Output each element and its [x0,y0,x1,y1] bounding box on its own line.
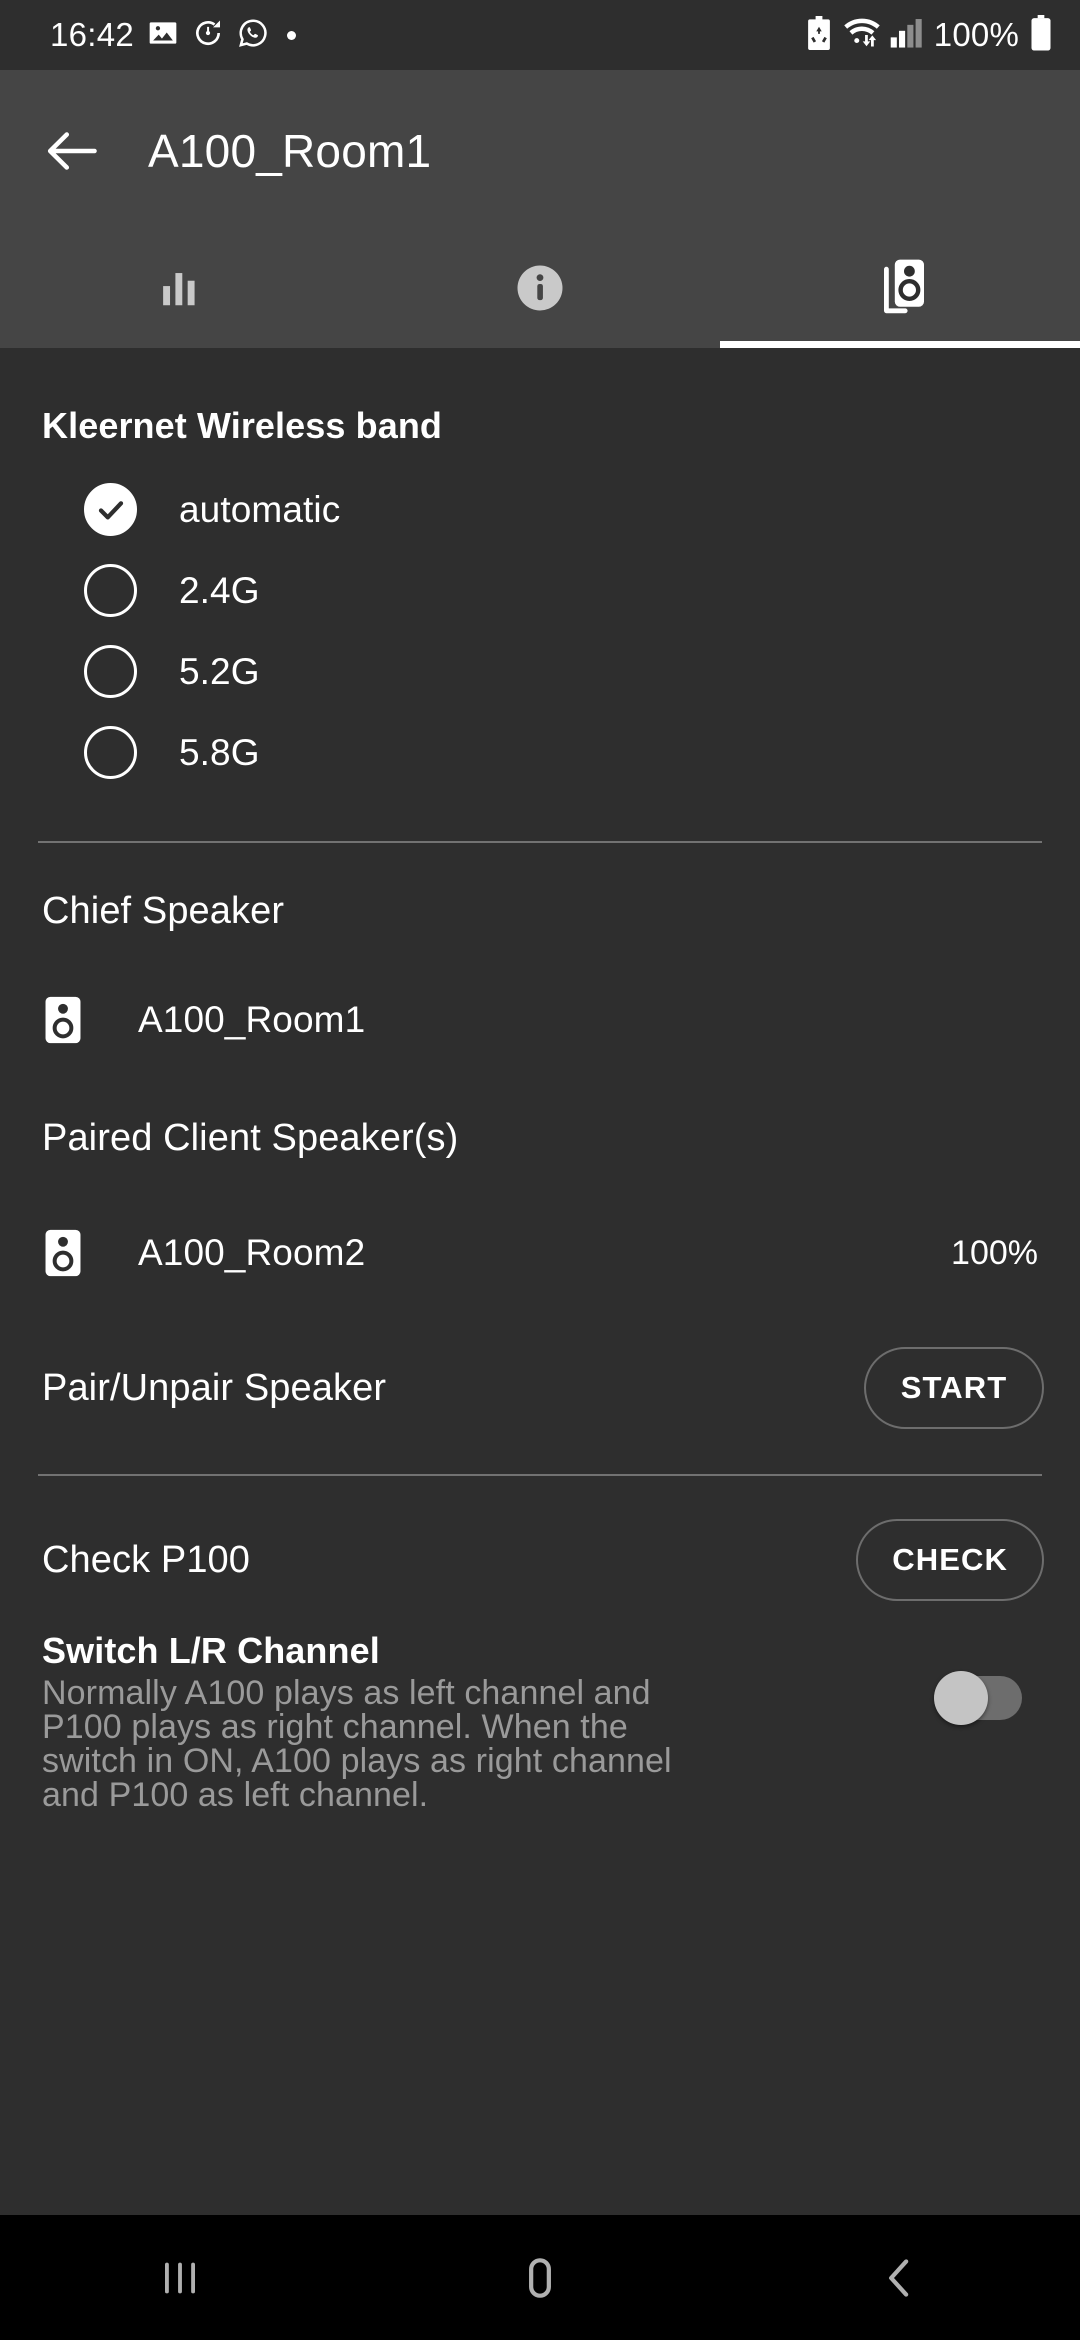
paired-client-level: 100% [951,1233,1038,1272]
back-arrow-icon[interactable] [44,123,100,179]
radio-label: 5.2G [179,650,260,692]
app-bar: A100_Room1 [0,70,1080,232]
home-icon[interactable] [360,2253,720,2303]
chief-speaker-row[interactable]: A100_Room1 [0,975,1080,1065]
speaker-group-icon [871,258,929,323]
switch-lr-text: Switch L/R Channel Normally A100 plays a… [42,1630,732,1812]
start-button[interactable]: START [864,1347,1044,1429]
check-p100-label: Check P100 [42,1538,251,1581]
alarm-reset-icon [192,17,224,54]
paired-client-name: A100_Room2 [138,1232,366,1273]
radio-unchecked-icon [84,645,137,698]
switch-lr-title: Switch L/R Channel [42,1630,380,1671]
radio-unchecked-icon [84,564,137,617]
tab-bar [0,232,1080,348]
speaker-icon [42,1228,84,1278]
tab-speakers[interactable] [720,232,1080,348]
check-p100-row: Check P100 CHECK [0,1512,1080,1608]
radio-checked-icon [84,483,137,536]
status-bar-left: 16:42 [50,16,297,54]
chief-speaker-name: A100_Room1 [138,999,366,1040]
wifi-icon [843,17,881,54]
switch-lr-description: Normally A100 plays as left channel and … [42,1674,672,1814]
battery-percent: 100% [933,16,1019,53]
divider-actions [38,1474,1042,1476]
chief-speaker-title: Chief Speaker [42,890,285,932]
image-icon [147,17,179,54]
tab-equalizer[interactable] [0,232,360,348]
radio-option-58g[interactable]: 5.8G [0,712,1080,793]
paired-client-row[interactable]: A100_Room2 100% [0,1208,1080,1298]
radio-unchecked-icon [84,726,137,779]
status-bar: 16:42 100% [0,0,1080,70]
active-tab-indicator [720,341,1080,348]
switch-lr-block: Switch L/R Channel Normally A100 plays a… [0,1630,1080,1812]
check-button[interactable]: CHECK [856,1519,1044,1601]
paired-clients-title: Paired Client Speaker(s) [42,1117,459,1159]
whatsapp-icon [237,17,269,54]
recents-icon[interactable] [0,2253,360,2303]
radio-label: 2.4G [179,569,260,611]
equalizer-icon [157,265,203,316]
radio-option-automatic[interactable]: automatic [0,469,1080,550]
divider-band [38,841,1042,843]
settings-content: Kleernet Wireless band automatic 2.4G 5.… [0,348,1080,2215]
radio-option-24g[interactable]: 2.4G [0,550,1080,631]
battery-saver-icon [804,15,834,55]
radio-option-52g[interactable]: 5.2G [0,631,1080,712]
pair-unpair-label: Pair/Unpair Speaker [42,1366,387,1409]
app-screen: 16:42 100% A100_Room1 Kleernet Wireless … [0,0,1080,2340]
signal-icon [890,18,922,53]
notification-dot-icon [287,30,297,40]
info-circle-icon [513,261,567,320]
switch-lr-toggle[interactable] [934,1671,1022,1725]
wireless-band-options: automatic 2.4G 5.2G 5.8G [0,469,1080,793]
status-clock: 16:42 [50,16,135,53]
battery-full-icon [1028,14,1054,56]
pair-unpair-row: Pair/Unpair Speaker START [0,1340,1080,1436]
page-title: A100_Room1 [148,125,432,177]
switch-lr-control [934,1630,1044,1725]
back-icon[interactable] [720,2253,1080,2303]
radio-label: automatic [179,488,341,530]
toggle-knob [934,1671,988,1725]
tab-info[interactable] [360,232,720,348]
wireless-band-title: Kleernet Wireless band [42,405,443,446]
speaker-icon [42,995,84,1045]
radio-label: 5.8G [179,731,260,773]
status-bar-right: 100% [804,14,1054,56]
android-nav-bar [0,2215,1080,2340]
